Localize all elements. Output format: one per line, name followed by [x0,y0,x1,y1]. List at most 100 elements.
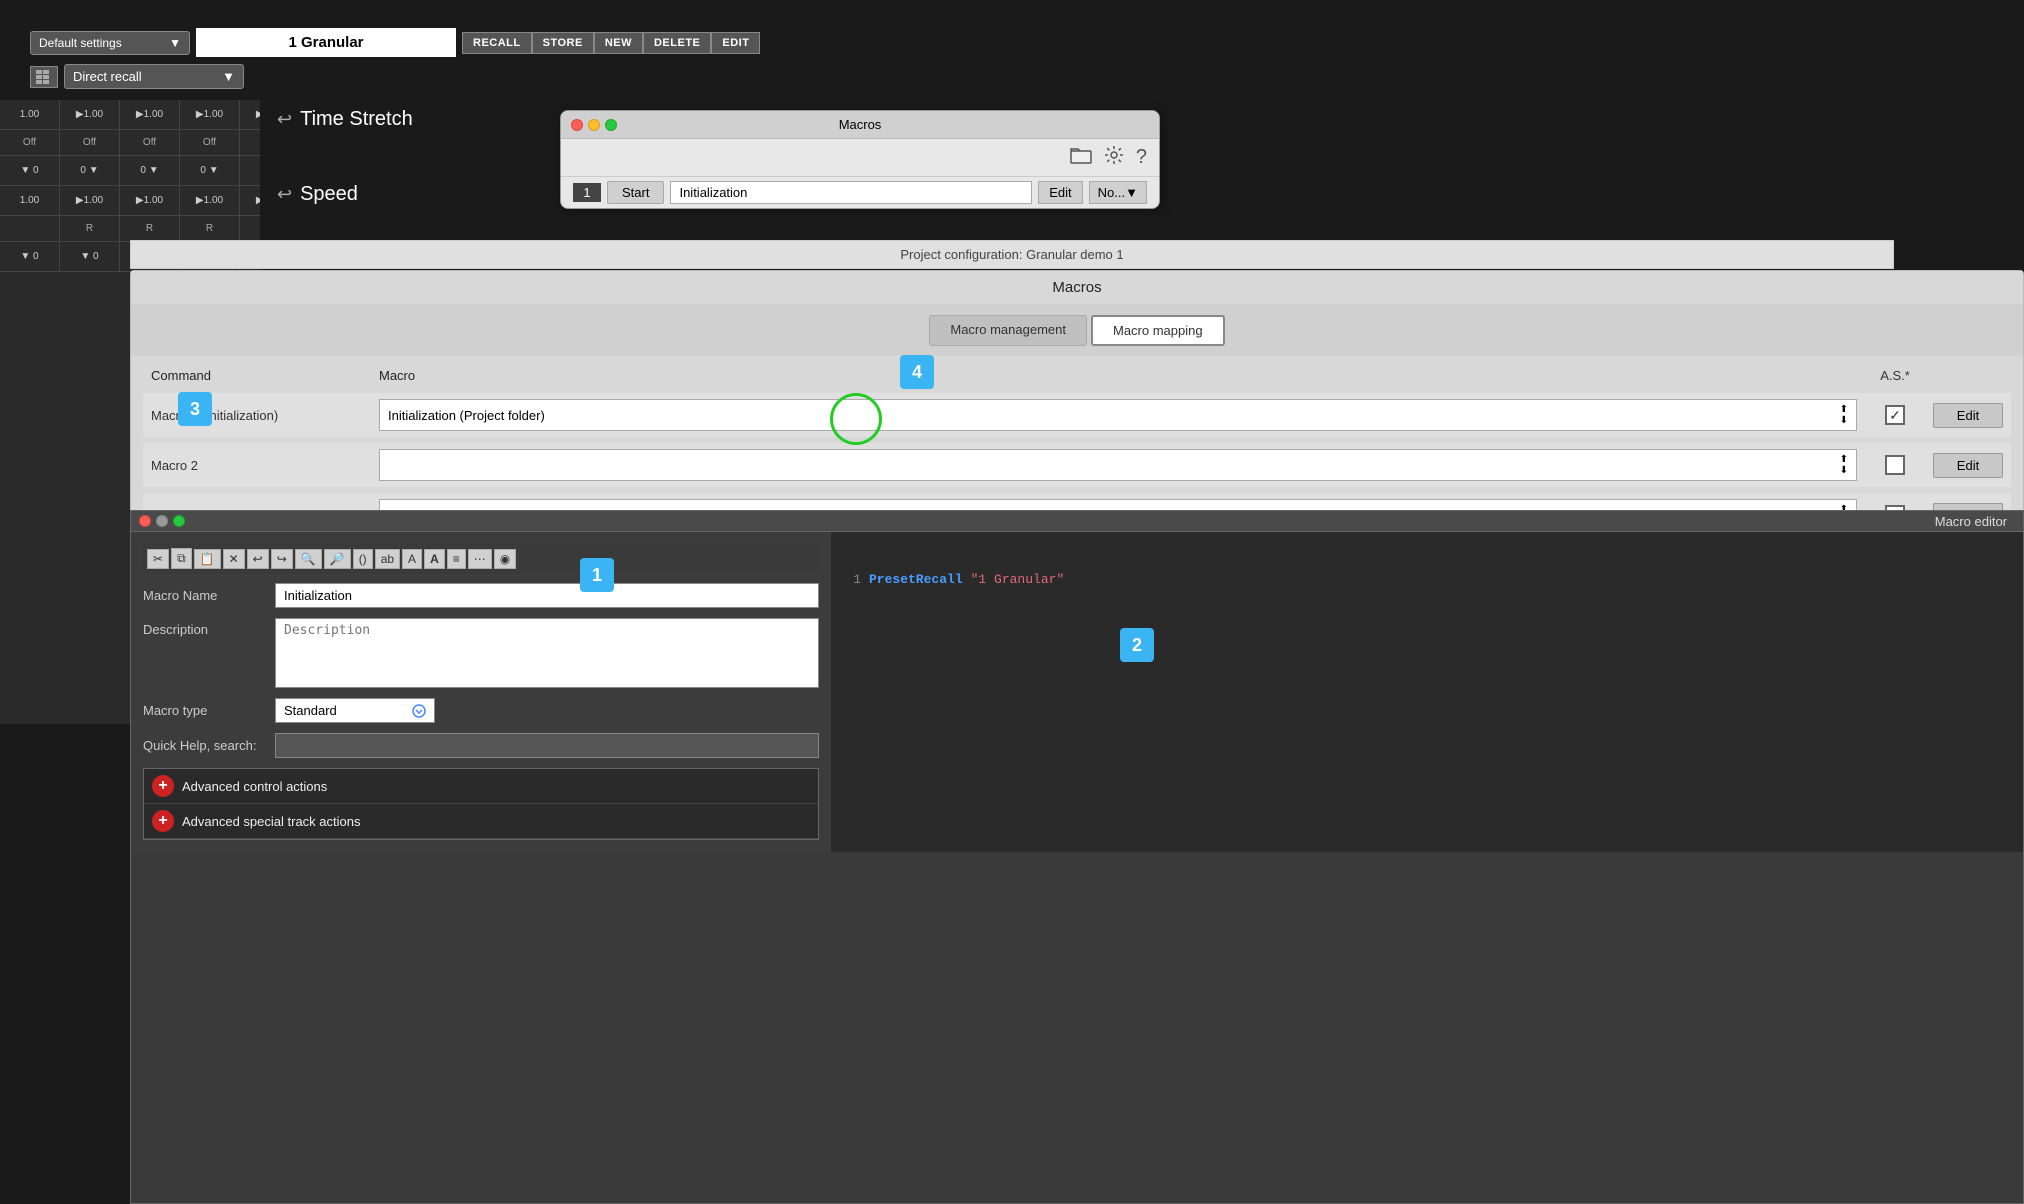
preset-name-label: 1 Granular [288,34,363,51]
delete-button[interactable]: DELETE [643,32,711,54]
editor-content: ✂ ⧉ 📋 ✕ ↩ ↪ 🔍 🔎 () ab A A ≡ ⋯ ◉ Macro Na… [131,532,2023,852]
table-row: Macro 2 ⬆⬇ Edit [143,443,2011,487]
list-item: + Advanced special track actions [144,804,818,839]
macro-editor: Macro editor ✂ ⧉ 📋 ✕ ↩ ↪ 🔍 🔎 () ab A A ≡… [130,510,2024,1204]
line-number-1: 1 [841,572,861,587]
description-label: Description [143,622,263,637]
gear-icon-btn[interactable] [1104,145,1124,170]
action-plus-icon-1: + [152,775,174,797]
mapping-header-row: Command Macro A.S.* [143,368,2011,383]
macros-main-title-label: Macros [1052,279,1101,296]
code-keyword-1: PresetRecall [869,572,963,587]
macro-name-display: Initialization [670,181,1032,204]
recall-button[interactable]: RECALL [462,32,532,54]
macro-value-1: Initialization (Project folder) [388,408,545,423]
delete-icon-btn[interactable]: ✕ [223,549,245,569]
toolbar-buttons: RECALL STORE NEW DELETE EDIT [462,32,760,54]
step-badge-1: 1 [580,558,614,592]
undo-icon[interactable]: ↩ [277,109,292,130]
minimize-dot[interactable] [588,119,600,131]
macro-name-input[interactable] [275,583,819,608]
editor-maximize-dot[interactable] [173,515,185,527]
edit-button[interactable]: EDIT [711,32,760,54]
preset-bar: Default settings ▼ 1 Granular RECALL STO… [30,28,760,57]
step-badge-4-label: 4 [912,362,922,383]
editor-icon-toolbar: ✂ ⧉ 📋 ✕ ↩ ↪ 🔍 🔎 () ab A A ≡ ⋯ ◉ [143,544,819,573]
chevron-down-icon-no: ▼ [1125,185,1138,200]
col-as-header: A.S.* [1865,368,1925,383]
no-label: No... [1098,185,1125,200]
step-badge-3: 3 [178,392,212,426]
braces-icon-btn[interactable]: () [353,549,373,569]
editor-left-panel: ✂ ⧉ 📋 ✕ ↩ ↪ 🔍 🔎 () ab A A ≡ ⋯ ◉ Macro Na… [131,532,831,852]
window-dots [571,119,617,131]
checkbox-1[interactable]: ✓ [1885,405,1905,425]
step-badge-2: 2 [1120,628,1154,662]
direct-recall-dropdown[interactable]: Direct recall ▼ [64,64,244,89]
maximize-dot[interactable] [605,119,617,131]
paste-icon-btn[interactable]: 📋 [194,549,221,569]
scissors-icon-btn[interactable]: ✂ [147,549,169,569]
A-special-icon-btn[interactable]: A [424,549,445,569]
new-button[interactable]: NEW [594,32,643,54]
tab-macro-management[interactable]: Macro management [929,315,1087,346]
macros-toolbar: ? [561,139,1159,176]
search-icon-btn[interactable]: 🔍 [295,549,322,569]
code-string-1: "1 Granular" [971,572,1065,587]
edit-macro-btn[interactable]: Edit [1038,181,1082,204]
redo-icon-btn[interactable]: ↪ [271,549,293,569]
macro-type-row: Macro type Standard [143,698,819,723]
list-icon-btn[interactable]: ≡ [447,549,466,569]
checkbox-2[interactable] [1885,455,1905,475]
macros-top-titlebar: Macros [561,111,1159,139]
edit-btn-2[interactable]: Edit [1933,453,2003,478]
grid-icon [30,66,58,88]
editor-right-panel: 1 PresetRecall "1 Granular" [831,532,2023,852]
macro-number: 1 [573,183,601,202]
description-textarea[interactable] [275,618,819,688]
stepper-icon-1: ⬆⬇ [1840,404,1848,426]
copy-icon-btn[interactable]: ⧉ [171,548,192,569]
macro-type-label: Macro type [143,703,263,718]
quick-help-row: Quick Help, search: [143,733,819,758]
action-label-1: Advanced control actions [182,779,327,794]
macro-editor-titlebar: Macro editor [131,511,2023,532]
step-badge-1-label: 1 [592,565,602,586]
no-dropdown-btn[interactable]: No... ▼ [1089,181,1147,204]
macro-select-2[interactable]: ⬆⬇ [379,449,1857,481]
quick-help-input[interactable] [275,733,819,758]
edit-btn-1[interactable]: Edit [1933,403,2003,428]
tab-management-label: Macro management [950,322,1066,337]
default-settings-dropdown[interactable]: Default settings ▼ [30,31,190,55]
undo-icon-btn[interactable]: ↩ [247,549,269,569]
undo-speed-icon[interactable]: ↩ [277,184,292,205]
help-icon-btn[interactable]: ? [1136,146,1147,169]
cmd-label-2: Macro 2 [151,458,371,473]
table-row: Macro 1 (Initialization) Initialization … [143,393,2011,437]
start-button[interactable]: Start [607,181,664,204]
select-chevron-icon [412,704,426,718]
macro-select-1[interactable]: Initialization (Project folder) ⬆⬇ [379,399,1857,431]
search-replace-icon-btn[interactable]: 🔎 [324,549,351,569]
step-badge-4: 4 [900,355,934,389]
folder-icon-btn[interactable] [1070,146,1092,169]
macro-editor-title-label: Macro editor [1935,514,2007,529]
default-settings-label: Default settings [39,36,122,50]
tab-macro-mapping[interactable]: Macro mapping [1091,315,1225,346]
quick-help-label: Quick Help, search: [143,738,263,753]
ab-lower-icon-btn[interactable]: ab [375,549,400,569]
close-dot[interactable] [571,119,583,131]
editor-close-dot[interactable] [139,515,151,527]
macros-top-row: 1 Start Initialization Edit No... ▼ [561,176,1159,208]
time-stretch-section: ↩ Time Stretch [265,100,425,139]
A-upper-icon-btn[interactable]: A [402,549,422,569]
extra-icon-btn2[interactable]: ◉ [494,549,516,569]
direct-recall-label: Direct recall [73,69,142,84]
description-row: Description [143,618,819,688]
macro-type-select[interactable]: Standard [275,698,435,723]
project-config-label: Project configuration: Granular demo 1 [900,247,1123,262]
editor-minimize-dot[interactable] [156,515,168,527]
store-button[interactable]: STORE [532,32,594,54]
extra-icon-btn1[interactable]: ⋯ [468,549,492,569]
chevron-down-icon-recall: ▼ [222,69,235,84]
